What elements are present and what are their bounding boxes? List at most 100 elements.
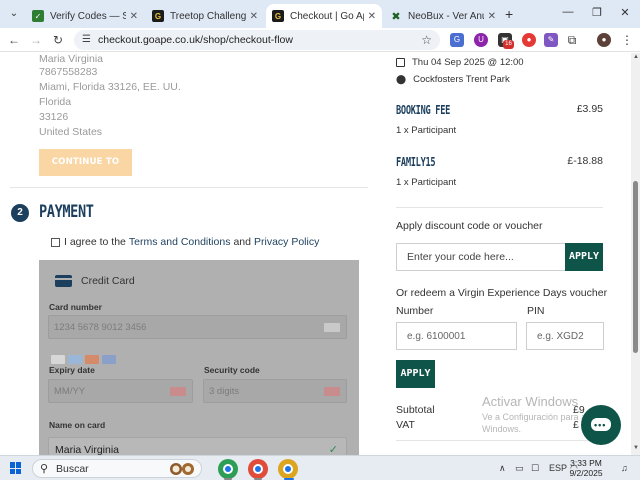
card-number-placeholder: 1234 5678 9012 3456 xyxy=(54,322,147,333)
close-icon[interactable]: ✕ xyxy=(130,11,138,22)
calendar-card-icon xyxy=(170,387,186,396)
continue-to-payment-button[interactable]: CONTINUE TO PAYMENT xyxy=(39,149,132,194)
vat-label: VAT xyxy=(396,419,415,431)
tray-language[interactable]: ESP xyxy=(549,463,567,473)
chrome-profile-1-icon[interactable] xyxy=(218,459,238,479)
credit-card-panel: Credit Card Card number 1234 5678 9012 3… xyxy=(39,260,359,455)
windows-start-icon[interactable] xyxy=(10,462,22,474)
tab-verify-codes[interactable]: ✓ Verify Codes — Simply ✕ xyxy=(26,4,144,28)
card-number-label: Card number xyxy=(49,302,102,312)
notification-bell-icon[interactable]: ♫ xyxy=(621,463,628,473)
tray-screen-icon[interactable]: ▭ xyxy=(515,463,524,474)
agree-and-text: and xyxy=(233,236,251,248)
scroll-up-arrow-icon[interactable]: ▲ xyxy=(633,54,639,60)
tray-chevron-icon[interactable]: ∧ xyxy=(499,463,506,474)
security-code-label: Security code xyxy=(204,365,260,375)
item-qty: 1 x Participant xyxy=(396,125,457,136)
address-state: Florida xyxy=(39,96,72,108)
mastercard-icon xyxy=(85,355,99,364)
address-bar[interactable]: ☰ checkout.goape.co.uk/shop/checkout-flo… xyxy=(74,30,440,50)
scrollbar-thumb[interactable] xyxy=(633,181,638,353)
apply-voucher-button[interactable]: APPLY xyxy=(396,360,435,388)
tray-network-icon[interactable]: ☐ xyxy=(531,463,539,474)
summary-divider xyxy=(396,207,603,208)
tab-checkout[interactable]: G Checkout | Go Ape ✕ xyxy=(266,4,382,28)
location-pin-icon: ⬤ xyxy=(396,74,407,84)
clock-time: 3:33 PM xyxy=(570,458,602,468)
security-placeholder: 3 digits xyxy=(209,386,240,397)
checkout-form-column: Maria Virginia 7867558283 Miami, Florida… xyxy=(0,53,378,455)
discount-label: Apply discount code or voucher xyxy=(396,220,543,232)
expiry-placeholder: MM/YY xyxy=(54,386,86,397)
close-icon[interactable]: ✕ xyxy=(488,11,496,22)
menu-kebab-icon[interactable]: ⋮ xyxy=(620,33,634,47)
chrome-profile-3-icon[interactable] xyxy=(278,459,298,479)
expiry-date-input[interactable]: MM/YY xyxy=(48,379,193,403)
expiry-date-label: Expiry date xyxy=(49,365,95,375)
search-icon: ⚲ xyxy=(40,463,49,475)
tab-neobux[interactable]: ✖ NeoBux - Ver Anuncio ✕ xyxy=(384,4,502,28)
terms-agreement: I agree to the Terms and Conditions and … xyxy=(51,236,322,248)
scroll-down-arrow-icon[interactable]: ▼ xyxy=(633,445,639,451)
restore-icon[interactable]: ❐ xyxy=(589,6,605,19)
back-arrow-icon[interactable]: ← xyxy=(6,32,22,48)
taskbar-clock[interactable]: 3:33 PM 9/2/2025 xyxy=(566,458,606,478)
minimize-icon[interactable]: — xyxy=(560,6,576,18)
site-info-icon[interactable]: ☰ xyxy=(82,34,91,45)
voucher-number-placeholder: e.g. 6100001 xyxy=(407,331,466,342)
booking-location: ⬤ Cockfosters Trent Park xyxy=(396,74,510,85)
new-tab-icon[interactable]: + xyxy=(505,6,513,22)
shield-extension-icon[interactable]: U xyxy=(474,33,488,47)
reload-icon[interactable]: ↻ xyxy=(50,32,66,48)
pen-extension-icon[interactable]: ✎ xyxy=(544,33,558,47)
voucher-number-input[interactable]: e.g. 6100001 xyxy=(396,322,517,350)
name-on-card-input[interactable]: Maria Virginia ✓ xyxy=(48,437,347,455)
visa-icon xyxy=(102,355,116,364)
voucher-pin-input[interactable]: e.g. XGD2 xyxy=(526,322,604,350)
coconut-illustration-icon xyxy=(170,463,194,475)
extension-badge: 16 xyxy=(503,40,514,49)
address-street: Miami, Florida 33126, EE. UU. xyxy=(39,81,181,93)
security-code-input[interactable]: 3 digits xyxy=(203,379,347,403)
summary-item-family15: FAMILY15 £-18.88 1 x Participant xyxy=(396,155,603,195)
close-icon[interactable]: ✕ xyxy=(368,11,376,22)
record-extension-icon[interactable]: ● xyxy=(522,33,536,47)
close-icon[interactable]: ✕ xyxy=(250,11,258,22)
chrome-profile-2-icon[interactable] xyxy=(248,459,268,479)
terms-checkbox[interactable] xyxy=(51,237,60,247)
item-price: £3.95 xyxy=(576,103,603,115)
profile-avatar[interactable]: ● xyxy=(597,33,611,47)
bookmark-star-icon[interactable]: ☆ xyxy=(421,33,432,47)
address-name: Maria Virginia xyxy=(39,53,103,65)
neobux-x-icon: ✖ xyxy=(391,10,401,23)
translate-extension-icon[interactable]: G xyxy=(450,33,464,47)
name-on-card-label: Name on card xyxy=(49,420,106,430)
subtotal-label: Subtotal xyxy=(396,404,435,416)
taskbar-search[interactable]: ⚲ Buscar xyxy=(32,459,202,478)
credit-card-icon xyxy=(55,275,72,287)
browser-toolbar: ← → ↻ ☰ checkout.goape.co.uk/shop/checko… xyxy=(0,28,640,52)
forward-arrow-icon[interactable]: → xyxy=(28,32,44,48)
tab-label: Verify Codes — Simply xyxy=(50,10,126,22)
url-text[interactable]: checkout.goape.co.uk/shop/checkout-flow xyxy=(98,34,293,46)
discount-code-input[interactable]: Enter your code here... xyxy=(396,243,566,271)
tab-label: Treetop Challenge Fam xyxy=(170,10,246,22)
chat-support-button[interactable]: ••• xyxy=(581,405,621,445)
name-on-card-value: Maria Virginia xyxy=(55,444,119,455)
card-generic-icon xyxy=(324,323,340,332)
goape-logo-icon: G xyxy=(272,10,284,22)
terms-link[interactable]: Terms and Conditions xyxy=(129,236,231,248)
puzzle-extensions-icon[interactable]: ⧉ xyxy=(565,33,579,47)
privacy-policy-link[interactable]: Privacy Policy xyxy=(254,236,319,248)
card-number-input[interactable]: 1234 5678 9012 3456 xyxy=(48,315,347,339)
tab-search-icon[interactable]: ⌄ xyxy=(6,6,22,22)
apply-discount-button[interactable]: APPLY xyxy=(565,243,603,271)
close-window-icon[interactable]: ✕ xyxy=(617,6,633,19)
address-zip: 33126 xyxy=(39,111,69,123)
clock-date: 9/2/2025 xyxy=(569,468,603,478)
page-scrollbar[interactable]: ▲ ▼ xyxy=(631,53,640,455)
tab-treetop-challenge[interactable]: G Treetop Challenge Fam ✕ xyxy=(146,4,264,28)
watermark-title: Activar Windows xyxy=(482,394,579,409)
item-name: BOOKING FEE xyxy=(396,103,451,117)
voucher-pin-placeholder: e.g. XGD2 xyxy=(537,331,584,342)
